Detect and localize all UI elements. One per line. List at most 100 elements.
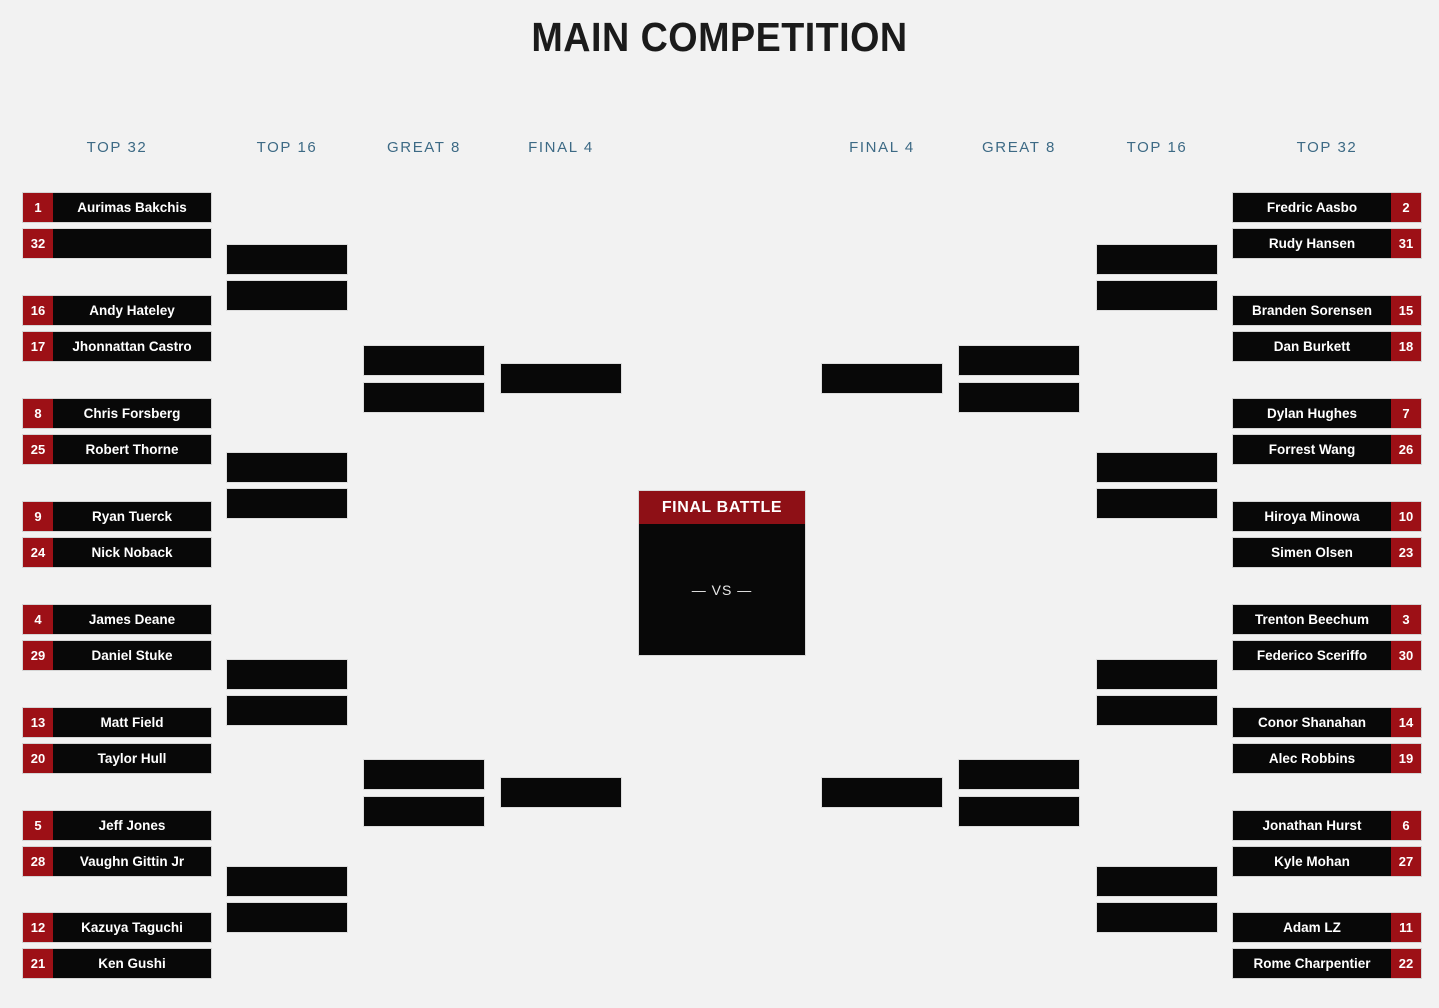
bracket-slot-left-great8-3[interactable]: [363, 796, 485, 827]
bracket-slot-right-top32-6[interactable]: Hiroya Minowa 10: [1232, 501, 1422, 532]
bracket-slot-left-top16-4[interactable]: [226, 659, 348, 690]
seed-badge: 2: [1391, 193, 1421, 222]
bracket-slot-right-top32-10[interactable]: Conor Shanahan 14: [1232, 707, 1422, 738]
bracket-slot-left-top32-7[interactable]: 24 Nick Noback: [22, 537, 212, 568]
competitor-name: Alec Robbins: [1268, 751, 1356, 766]
bracket-slot-left-top16-3[interactable]: [226, 488, 348, 519]
bracket-slot-left-final4-0[interactable]: [500, 363, 622, 394]
bracket-slot-left-top32-10[interactable]: 13 Matt Field: [22, 707, 212, 738]
competitor-name: [959, 346, 1079, 375]
competitor-name: Chris Forsberg: [83, 406, 181, 421]
bracket-slot-left-great8-1[interactable]: [363, 382, 485, 413]
seed-badge: 18: [1391, 332, 1421, 361]
seed-badge: 7: [1391, 399, 1421, 428]
bracket-slot-left-top32-1[interactable]: 32: [22, 228, 212, 259]
round-header-right-3: TOP 32: [1296, 139, 1358, 156]
competitor-name: Robert Thorne: [85, 442, 179, 457]
competitor-name: [1097, 903, 1217, 932]
competitor-name: Trenton Beechum: [1254, 612, 1370, 627]
competitor-name: [1097, 281, 1217, 310]
bracket-slot-right-great8-2[interactable]: [958, 759, 1080, 790]
bracket-slot-left-top16-6[interactable]: [226, 866, 348, 897]
bracket-slot-left-top16-2[interactable]: [226, 452, 348, 483]
bracket-slot-left-top32-5[interactable]: 25 Robert Thorne: [22, 434, 212, 465]
bracket-slot-left-top32-14[interactable]: 12 Kazuya Taguchi: [22, 912, 212, 943]
competitor-name: [959, 797, 1079, 826]
bracket-slot-right-top16-3[interactable]: [1096, 488, 1218, 519]
bracket-slot-left-top16-1[interactable]: [226, 280, 348, 311]
bracket-slot-right-top32-1[interactable]: Rudy Hansen 31: [1232, 228, 1422, 259]
bracket-slot-right-top16-6[interactable]: [1096, 866, 1218, 897]
bracket-slot-right-top32-13[interactable]: Kyle Mohan 27: [1232, 846, 1422, 877]
bracket-slot-right-top32-11[interactable]: Alec Robbins 19: [1232, 743, 1422, 774]
seed-badge: 8: [23, 399, 53, 428]
seed-badge: 21: [23, 949, 53, 978]
competitor-name: Taylor Hull: [97, 751, 167, 766]
bracket-slot-left-top32-6[interactable]: 9 Ryan Tuerck: [22, 501, 212, 532]
competitor-name: [501, 778, 621, 807]
bracket-slot-right-top16-4[interactable]: [1096, 659, 1218, 690]
seed-badge: 24: [23, 538, 53, 567]
seed-badge: 10: [1391, 502, 1421, 531]
competitor-name: Ken Gushi: [98, 956, 166, 971]
bracket-slot-right-final4-0[interactable]: [821, 363, 943, 394]
bracket-slot-left-top32-15[interactable]: 21 Ken Gushi: [22, 948, 212, 979]
seed-badge: 23: [1391, 538, 1421, 567]
bracket-slot-left-top32-11[interactable]: 20 Taylor Hull: [22, 743, 212, 774]
competitor-name: Dylan Hughes: [1266, 406, 1358, 421]
seed-badge: 13: [23, 708, 53, 737]
bracket-slot-left-top16-5[interactable]: [226, 695, 348, 726]
bracket-slot-left-great8-0[interactable]: [363, 345, 485, 376]
bracket-slot-left-great8-2[interactable]: [363, 759, 485, 790]
bracket-slot-right-top32-12[interactable]: Jonathan Hurst 6: [1232, 810, 1422, 841]
bracket-slot-right-top16-5[interactable]: [1096, 695, 1218, 726]
bracket-slot-right-top32-3[interactable]: Dan Burkett 18: [1232, 331, 1422, 362]
final-battle-vs-label: — VS —: [691, 581, 753, 598]
bracket-slot-right-top32-8[interactable]: Trenton Beechum 3: [1232, 604, 1422, 635]
bracket-slot-right-great8-0[interactable]: [958, 345, 1080, 376]
competitor-name: [227, 867, 347, 896]
competitor-name: [959, 383, 1079, 412]
bracket-slot-right-top32-5[interactable]: Forrest Wang 26: [1232, 434, 1422, 465]
competitor-name: [364, 383, 484, 412]
seed-badge: 6: [1391, 811, 1421, 840]
seed-badge: 30: [1391, 641, 1421, 670]
competitor-name: [1097, 489, 1217, 518]
competitor-name: Conor Shanahan: [1257, 715, 1366, 730]
bracket-slot-left-top16-7[interactable]: [226, 902, 348, 933]
bracket-slot-left-top32-4[interactable]: 8 Chris Forsberg: [22, 398, 212, 429]
competitor-name: Nick Noback: [91, 545, 173, 560]
competitor-name: [1097, 245, 1217, 274]
competitor-name: [822, 364, 942, 393]
bracket-slot-right-final4-1[interactable]: [821, 777, 943, 808]
bracket-slot-left-top32-9[interactable]: 29 Daniel Stuke: [22, 640, 212, 671]
competitor-name: [227, 696, 347, 725]
bracket-slot-left-top32-12[interactable]: 5 Jeff Jones: [22, 810, 212, 841]
bracket-slot-left-top32-8[interactable]: 4 James Deane: [22, 604, 212, 635]
bracket-slot-right-great8-1[interactable]: [958, 382, 1080, 413]
competitor-name: [1097, 867, 1217, 896]
bracket-slot-right-top32-9[interactable]: Federico Sceriffo 30: [1232, 640, 1422, 671]
bracket-slot-left-top32-2[interactable]: 16 Andy Hateley: [22, 295, 212, 326]
bracket-slot-left-top32-3[interactable]: 17 Jhonnattan Castro: [22, 331, 212, 362]
bracket-slot-right-top16-1[interactable]: [1096, 280, 1218, 311]
bracket-slot-right-top32-2[interactable]: Branden Sorensen 15: [1232, 295, 1422, 326]
bracket-slot-left-top16-0[interactable]: [226, 244, 348, 275]
bracket-slot-right-top32-4[interactable]: Dylan Hughes 7: [1232, 398, 1422, 429]
competitor-name: Dan Burkett: [1273, 339, 1351, 354]
bracket-slot-right-top32-14[interactable]: Adam LZ 11: [1232, 912, 1422, 943]
bracket-slot-right-top16-0[interactable]: [1096, 244, 1218, 275]
bracket-slot-right-top16-7[interactable]: [1096, 902, 1218, 933]
bracket-slot-left-final4-1[interactable]: [500, 777, 622, 808]
competitor-name: Simen Olsen: [1271, 545, 1353, 560]
bracket-slot-right-great8-3[interactable]: [958, 796, 1080, 827]
bracket-slot-right-top32-0[interactable]: Fredric Aasbo 2: [1232, 192, 1422, 223]
bracket-slot-right-top32-7[interactable]: Simen Olsen 23: [1232, 537, 1422, 568]
final-battle-card[interactable]: FINAL BATTLE — VS —: [638, 490, 806, 656]
seed-badge: 29: [23, 641, 53, 670]
bracket-slot-left-top32-13[interactable]: 28 Vaughn Gittin Jr: [22, 846, 212, 877]
bracket-slot-left-top32-0[interactable]: 1 Aurimas Bakchis: [22, 192, 212, 223]
bracket-slot-right-top32-15[interactable]: Rome Charpentier 22: [1232, 948, 1422, 979]
bracket-slot-right-top16-2[interactable]: [1096, 452, 1218, 483]
seed-badge: 27: [1391, 847, 1421, 876]
